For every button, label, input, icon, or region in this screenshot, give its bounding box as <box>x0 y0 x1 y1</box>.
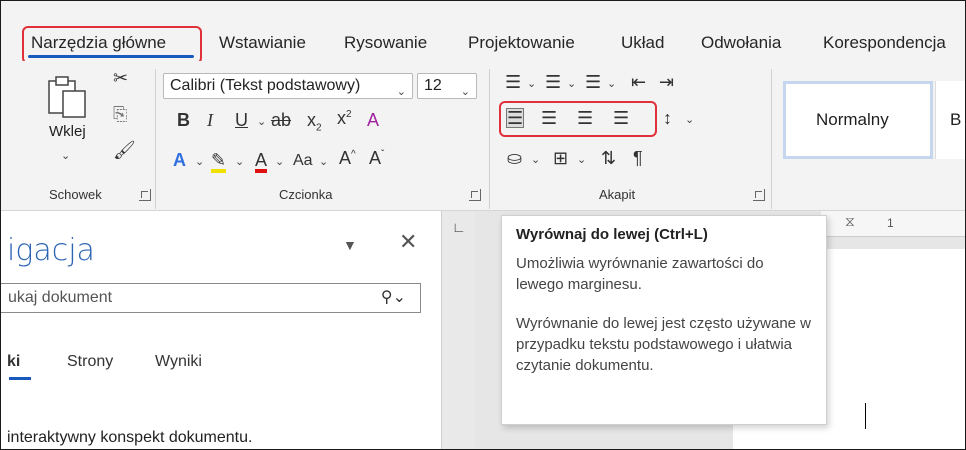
active-tab-underline <box>28 55 194 58</box>
change-case-dropdown-icon[interactable]: ⌄ <box>319 155 328 168</box>
nav-tab-underline <box>9 377 31 380</box>
tab-insert[interactable]: Wstawianie <box>219 33 306 53</box>
clipboard-launcher-icon[interactable] <box>139 189 151 201</box>
style-next-label: B <box>950 110 962 129</box>
paragraph-group-label: Akapit <box>599 187 636 202</box>
borders-icon[interactable]: ⊞ <box>553 149 568 167</box>
line-spacing-icon[interactable]: ↕ <box>663 109 672 127</box>
numbering-dropdown-icon[interactable]: ⌄ <box>567 77 576 90</box>
justify-icon[interactable]: ☰ <box>613 109 629 127</box>
search-icon[interactable]: ⚲⌄ <box>381 284 406 312</box>
nav-search-input[interactable]: ukaj dokument ⚲⌄ <box>1 283 421 313</box>
clipboard-group-label: Schowek <box>49 187 102 202</box>
text-effects-icon[interactable]: A <box>173 151 186 169</box>
ruler-number: 1 <box>887 216 894 230</box>
separator <box>771 69 772 209</box>
text-effects-dropdown-icon[interactable]: ⌄ <box>195 155 204 168</box>
shading-dropdown-icon[interactable]: ⌄ <box>531 153 540 166</box>
font-color-icon[interactable]: A <box>255 151 268 173</box>
align-left-tooltip: Wyrównaj do lewej (Ctrl+L) Umożliwia wyr… <box>501 215 827 425</box>
line-spacing-dropdown-icon[interactable]: ⌄ <box>685 113 694 126</box>
close-icon[interactable]: ✕ <box>399 229 417 255</box>
ribbon-tabs: Narzędzia główne Wstawianie Rysowanie Pr… <box>1 1 965 64</box>
tab-draw[interactable]: Rysowanie <box>344 33 427 53</box>
tab-selector-icon[interactable]: ∟ <box>452 219 466 235</box>
font-name-value: Calibri (Tekst podstawowy) <box>170 77 361 94</box>
show-marks-icon[interactable]: ¶ <box>633 149 643 167</box>
paragraph-launcher-icon[interactable] <box>753 189 765 201</box>
tab-layout[interactable]: Układ <box>621 33 664 53</box>
navigation-pane: igacja ▼ ✕ ukaj dokument ⚲⌄ ki Strony Wy… <box>1 211 441 449</box>
font-color-dropdown-icon[interactable]: ⌄ <box>275 155 284 168</box>
borders-dropdown-icon[interactable]: ⌄ <box>577 153 586 166</box>
align-right-icon[interactable]: ☰ <box>577 109 593 127</box>
ruler-indent-marker[interactable]: ⧖ <box>845 213 855 230</box>
shrink-font-icon[interactable]: Aˇ <box>369 149 384 167</box>
separator <box>155 69 156 209</box>
copy-icon[interactable]: ⎘ <box>113 105 127 123</box>
font-size-value: 12 <box>424 77 442 94</box>
tooltip-title: Wyrównaj do lewej (Ctrl+L) <box>516 226 708 243</box>
bold-icon[interactable]: B <box>177 111 190 129</box>
align-left-icon[interactable]: ☰ <box>505 108 525 128</box>
paste-label: Wklej <box>49 123 86 140</box>
sort-icon[interactable]: ⇅ <box>601 149 616 167</box>
bullets-icon[interactable]: ☰ <box>505 73 521 91</box>
paste-dropdown-icon[interactable]: ⌄ <box>61 149 70 162</box>
vertical-ruler: ∟ <box>441 211 475 449</box>
superscript-icon[interactable]: x2 <box>337 109 352 127</box>
multilevel-list-icon[interactable]: ☰ <box>585 73 601 91</box>
style-next[interactable]: B <box>935 81 965 159</box>
font-name-dropdown-icon[interactable]: ⌄ <box>397 80 406 104</box>
grow-font-icon[interactable]: A^ <box>339 149 356 167</box>
cut-icon[interactable]: ✂ <box>113 69 128 87</box>
word-window: Narzędzia główne Wstawianie Rysowanie Pr… <box>0 0 966 450</box>
font-size-dropdown-icon[interactable]: ⌄ <box>461 80 470 104</box>
tab-references[interactable]: Odwołania <box>701 33 781 53</box>
text-cursor <box>865 403 866 429</box>
align-center-icon[interactable]: ☰ <box>541 109 557 127</box>
font-name-box[interactable]: Calibri (Tekst podstawowy) ⌄ <box>163 73 413 99</box>
tooltip-detail: Wyrównanie do lewej jest często używane … <box>516 315 811 374</box>
nav-pane-title: igacja <box>7 233 95 268</box>
tab-design[interactable]: Projektowanie <box>468 33 575 53</box>
nav-tab-headings[interactable]: ki <box>7 353 20 371</box>
nav-tab-pages[interactable]: Strony <box>67 353 113 371</box>
underline-dropdown-icon[interactable]: ⌄ <box>257 115 266 128</box>
nav-options-icon[interactable]: ▼ <box>343 237 357 253</box>
nav-search-placeholder: ukaj dokument <box>8 289 113 306</box>
shading-icon[interactable]: ⛀ <box>507 149 522 167</box>
font-launcher-icon[interactable] <box>469 189 481 201</box>
font-size-box[interactable]: 12 ⌄ <box>417 73 477 99</box>
nav-tab-results[interactable]: Wyniki <box>155 353 202 371</box>
clear-formatting-icon[interactable]: A <box>367 111 379 129</box>
nav-pane-body-text: interaktywny konspekt dokumentu. <box>7 429 253 446</box>
tab-home[interactable]: Narzędzia główne <box>31 33 166 53</box>
paste-icon <box>48 76 86 118</box>
numbering-icon[interactable]: ☰ <box>545 73 561 91</box>
font-group-label: Czcionka <box>279 187 333 202</box>
increase-indent-icon[interactable]: ⇥ <box>659 73 674 91</box>
separator <box>489 69 490 209</box>
multilevel-dropdown-icon[interactable]: ⌄ <box>607 77 616 90</box>
subscript-icon[interactable]: x2 <box>307 111 322 134</box>
italic-icon[interactable]: I <box>207 111 213 129</box>
underline-icon[interactable]: U <box>235 111 248 129</box>
highlight-color-icon[interactable]: ✎ <box>211 151 227 173</box>
style-normal[interactable]: Normalny <box>783 81 933 159</box>
decrease-indent-icon[interactable]: ⇤ <box>631 73 646 91</box>
bullets-dropdown-icon[interactable]: ⌄ <box>527 77 536 90</box>
highlight-dropdown-icon[interactable]: ⌄ <box>235 155 244 168</box>
strikethrough-icon[interactable]: ab <box>271 111 291 129</box>
paste-button[interactable]: Wklej ⌄ <box>43 71 93 171</box>
tab-mailings[interactable]: Korespondencja <box>823 33 946 53</box>
horizontal-ruler: ⧖ 1 <box>821 211 965 237</box>
tooltip-description: Umożliwia wyrównanie zawartości do leweg… <box>516 255 764 293</box>
format-painter-icon[interactable]: 🖌 <box>113 141 136 159</box>
style-normal-label: Normalny <box>816 110 889 129</box>
change-case-button[interactable]: Aa <box>293 153 313 169</box>
